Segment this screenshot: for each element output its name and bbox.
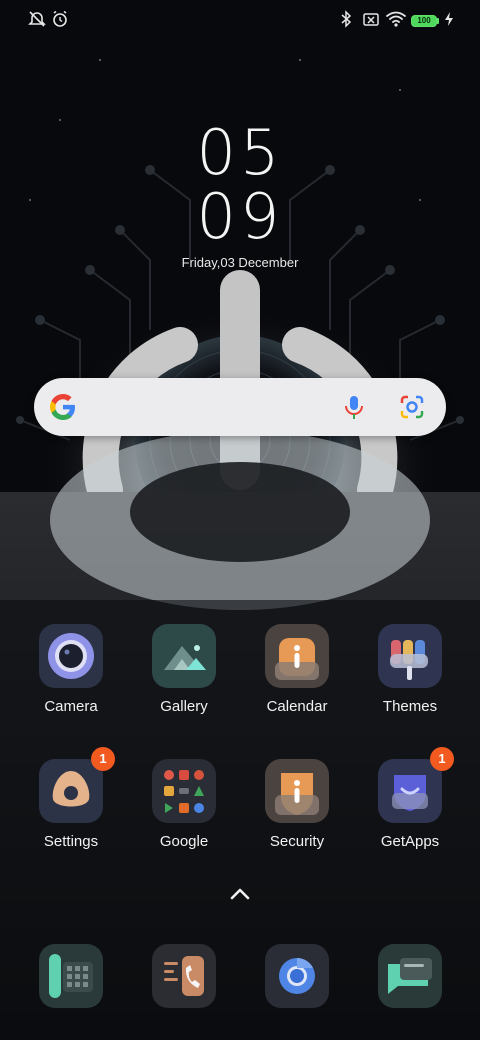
clock-minutes[interactable]: 09 [0, 180, 480, 253]
notification-badge: 1 [91, 747, 115, 771]
no-sim-icon [363, 13, 379, 26]
gallery-icon [152, 624, 216, 688]
app-label: GetApps [380, 833, 440, 850]
google-lens-icon[interactable] [398, 393, 426, 421]
chrome-icon [265, 944, 329, 1008]
app-label: Themes [382, 698, 438, 715]
getapps-icon [378, 759, 442, 823]
settings-icon [39, 759, 103, 823]
clock-hours[interactable]: 05 [0, 116, 480, 189]
themes-icon [378, 624, 442, 688]
messages-icon [378, 944, 442, 1008]
dock-messages[interactable] [378, 944, 442, 1013]
microphone-icon[interactable] [340, 393, 368, 421]
clock-date[interactable]: Friday,03 December [0, 255, 480, 270]
app-label: Gallery [160, 698, 208, 715]
google-logo [50, 394, 75, 420]
dock-app-1[interactable] [39, 944, 103, 1013]
notification-badge: 1 [430, 747, 454, 771]
security-icon [265, 759, 329, 823]
app-label: Settings [43, 833, 99, 850]
alarm-off-icon [28, 11, 46, 27]
google-search-bar[interactable] [34, 378, 446, 436]
alarm-clock-icon [53, 10, 67, 27]
app-drawer-chevron-up-icon[interactable] [228, 886, 252, 902]
app-label: Calendar [266, 698, 328, 715]
battery-icon: 100 [411, 15, 437, 27]
phone-icon [152, 944, 216, 1008]
google-folder-icon [152, 759, 216, 823]
dock-app-1-icon [39, 944, 103, 1008]
app-label: Google [159, 833, 209, 850]
status-bar: 100 [0, 0, 480, 44]
charging-icon [445, 12, 453, 26]
calendar-icon [265, 624, 329, 688]
battery-tip [437, 18, 439, 24]
app-label: Security [269, 833, 325, 850]
bluetooth-icon [341, 10, 352, 28]
app-label: Camera [44, 698, 98, 715]
camera-icon [39, 624, 103, 688]
wifi-icon [386, 11, 406, 27]
dock-phone[interactable] [152, 944, 216, 1013]
dock-chrome[interactable] [265, 944, 329, 1013]
